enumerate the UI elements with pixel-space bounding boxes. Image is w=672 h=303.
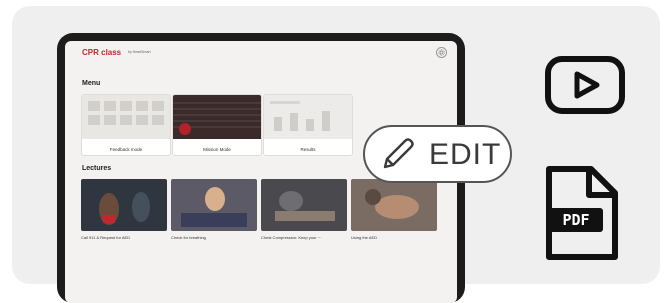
app-subtitle: by HeartSmart	[128, 50, 151, 54]
menu-card-results[interactable]: Results	[263, 94, 353, 156]
lecture-thumbnail	[81, 179, 167, 231]
pencil-icon	[383, 138, 414, 169]
menu-card-feedback[interactable]: Feedback mode	[81, 94, 171, 156]
feedback-thumbnail	[82, 95, 170, 139]
lecture-thumbnail	[351, 179, 437, 231]
pdf-label: PDF	[549, 208, 603, 232]
menu-item-label: Mission Mode	[203, 147, 231, 152]
menu-item-label: Results	[300, 147, 316, 152]
lecture-card[interactable]: Chest Compression: Keep your ···	[261, 179, 347, 240]
lecture-thumbnail	[261, 179, 347, 231]
lectures-heading: Lectures	[82, 165, 112, 172]
app-topbar: CPR class by HeartSmart	[65, 41, 457, 63]
settings-icon[interactable]	[436, 47, 447, 58]
lecture-card[interactable]: Using the AED	[351, 179, 437, 240]
edit-button[interactable]: EDIT	[363, 125, 512, 183]
menu-heading: Menu	[82, 80, 101, 87]
lecture-caption: Using the AED	[351, 235, 378, 240]
lecture-card[interactable]: Call 911 & Request for AED	[81, 179, 167, 240]
edit-label: EDIT	[429, 138, 502, 171]
video-play-icon[interactable]	[545, 56, 625, 114]
lecture-caption: Chest Compression: Keep your ···	[261, 235, 322, 240]
lecture-caption: Call 911 & Request for AED	[81, 235, 131, 240]
menu-card-mission[interactable]: Mission Mode	[172, 94, 262, 156]
mission-thumbnail	[173, 95, 261, 139]
lecture-card[interactable]: Check for breathing	[171, 179, 257, 240]
lecture-caption: Check for breathing	[171, 235, 206, 240]
app-title: CPR class	[82, 48, 122, 57]
lectures-row: Call 911 & Request for AED Check for bre…	[81, 179, 443, 249]
lecture-thumbnail	[171, 179, 257, 231]
results-thumbnail	[264, 95, 352, 139]
menu-item-label: Feedback mode	[109, 147, 143, 152]
